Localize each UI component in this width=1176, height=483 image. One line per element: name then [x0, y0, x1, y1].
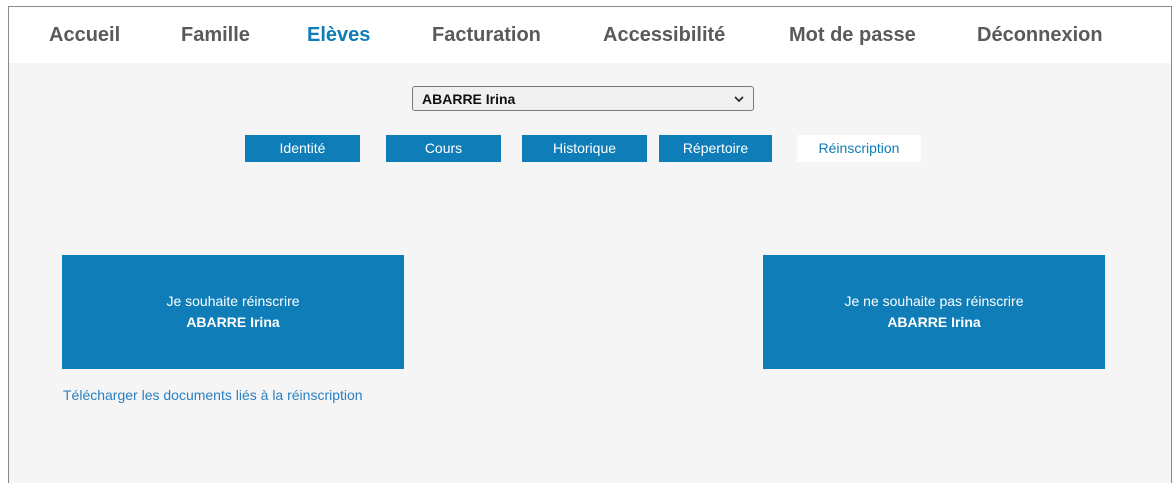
tab-reinscription[interactable]: Réinscription: [797, 135, 921, 162]
reenroll-no-button[interactable]: Je ne souhaite pas réinscrire ABARRE Iri…: [763, 255, 1105, 369]
tab-repertoire[interactable]: Répertoire: [659, 135, 772, 162]
nav-item-accessibilite[interactable]: Accessibilité: [603, 24, 725, 47]
nav-item-famille[interactable]: Famille: [181, 24, 250, 47]
student-select[interactable]: ABARRE Irina: [412, 86, 754, 111]
nav-item-facturation[interactable]: Facturation: [432, 24, 541, 47]
reenroll-yes-button[interactable]: Je souhaite réinscrire ABARRE Irina: [62, 255, 404, 369]
nav-item-deconnexion[interactable]: Déconnexion: [977, 24, 1103, 47]
reenroll-yes-line1: Je souhaite réinscrire: [166, 293, 300, 309]
page-frame: Accueil Famille Elèves Facturation Acces…: [8, 6, 1172, 483]
tab-identite[interactable]: Identité: [245, 135, 360, 162]
student-select-value: ABARRE Irina: [422, 91, 516, 107]
download-documents-link[interactable]: Télécharger les documents liés à la réin…: [63, 387, 363, 403]
reenroll-yes-student-name: ABARRE Irina: [186, 314, 280, 330]
top-navigation: Accueil Famille Elèves Facturation Acces…: [9, 7, 1171, 63]
nav-item-eleves[interactable]: Elèves: [307, 24, 370, 47]
reenroll-no-line1: Je ne souhaite pas réinscrire: [844, 293, 1024, 309]
nav-item-mot-de-passe[interactable]: Mot de passe: [789, 24, 916, 47]
nav-item-accueil[interactable]: Accueil: [49, 24, 120, 47]
tab-cours[interactable]: Cours: [386, 135, 501, 162]
tab-historique[interactable]: Historique: [522, 135, 647, 162]
chevron-down-icon: [734, 96, 744, 103]
reenroll-no-student-name: ABARRE Irina: [887, 314, 981, 330]
